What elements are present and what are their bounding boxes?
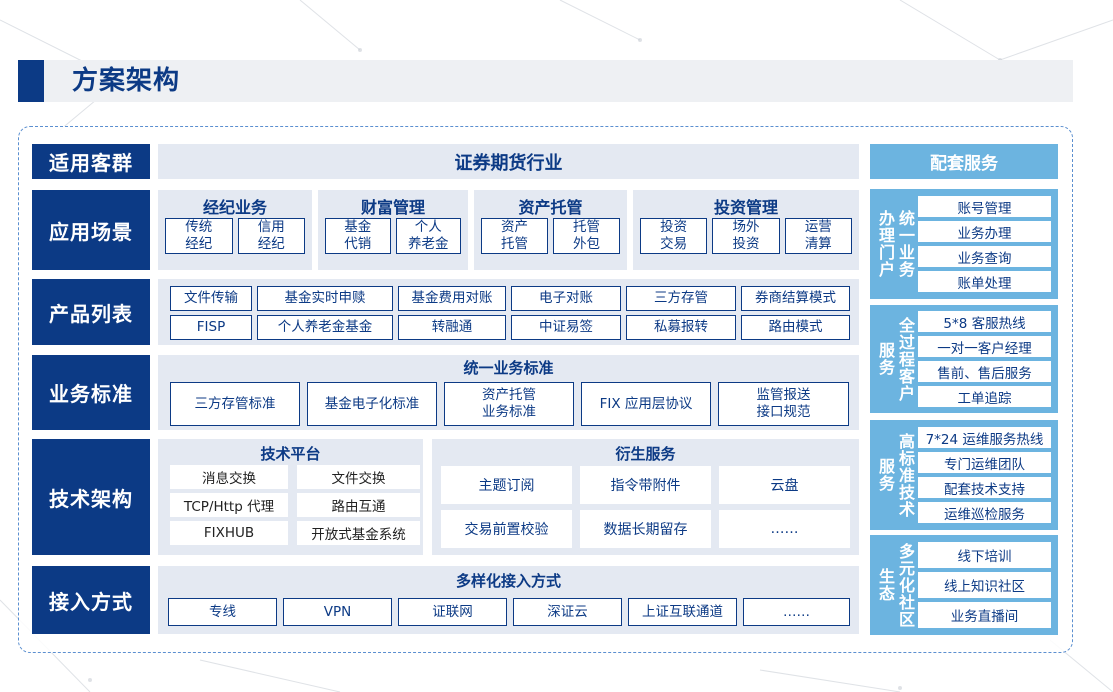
- service-item: 线上知识社区: [918, 572, 1051, 598]
- category-scenarios: 应用场景: [32, 190, 150, 270]
- scenario-item: 托管 外包: [553, 218, 620, 254]
- derived-services-title: 衍生服务: [615, 445, 676, 463]
- scenario-item: 场外 投资: [712, 218, 780, 254]
- product-item: 路由模式: [741, 315, 850, 340]
- scenario-item: 传统 经纪: [165, 218, 233, 254]
- service-item: 专门运维团队: [918, 452, 1051, 473]
- category-customer-group: 适用客群: [32, 144, 150, 179]
- scenario-group-title: 经纪业务: [202, 198, 267, 217]
- category-standards: 业务标准: [32, 355, 150, 430]
- service-item: 业务办理: [918, 221, 1051, 242]
- access-item: VPN: [283, 598, 392, 626]
- service-group-label-b: 高标准技术: [898, 431, 915, 519]
- category-tech: 技术架构: [32, 439, 150, 555]
- scenario-item: 运营 清算: [784, 218, 852, 254]
- service-group-label-a: 服务: [878, 341, 895, 377]
- product-item: 券商结算模式: [741, 286, 850, 311]
- service-group-label-a: 服务: [878, 457, 895, 493]
- derived-service-item: 交易前置校验: [441, 510, 572, 548]
- tech-platform-item: 开放式基金系统: [297, 521, 420, 545]
- service-item: 账单处理: [918, 271, 1051, 292]
- tech-platform-item: 路由互通: [297, 493, 420, 517]
- product-item: 个人养老金基金: [257, 315, 393, 340]
- scenario-item: 基金 代销: [325, 218, 391, 254]
- service-item: 5*8 客服热线: [918, 311, 1051, 332]
- product-item: 中证易签: [511, 315, 621, 340]
- product-item: 基金费用对账: [398, 286, 506, 311]
- category-products: 产品列表: [32, 279, 150, 345]
- title-accent-bar: [18, 60, 44, 102]
- product-item: 文件传输: [170, 286, 252, 311]
- tech-platform-item: 文件交换: [297, 465, 420, 489]
- service-item: 配套技术支持: [918, 477, 1051, 498]
- page-title: 方案架构: [72, 66, 181, 96]
- derived-service-item: 数据长期留存: [580, 510, 711, 548]
- product-item: 电子对账: [511, 286, 621, 311]
- service-item: 运维巡检服务: [918, 502, 1051, 523]
- service-group-label-b: 统一业务: [898, 209, 915, 279]
- product-item: 基金实时申赎: [257, 286, 393, 311]
- service-item: 线下培训: [918, 542, 1051, 568]
- product-item: 转融通: [398, 315, 506, 340]
- standard-item: 资产托管 业务标准: [444, 382, 574, 426]
- service-group-label-a: 生态: [878, 567, 895, 603]
- derived-service-item: 云盘: [719, 466, 850, 504]
- service-item: 业务查询: [918, 246, 1051, 267]
- service-item: 账号管理: [918, 196, 1051, 217]
- service-group-label-b: 全过程客户: [898, 315, 915, 403]
- standard-item: 基金电子化标准: [307, 382, 437, 426]
- tech-platform-title: 技术平台: [260, 445, 321, 463]
- category-access: 接入方式: [32, 566, 150, 634]
- customer-group-panel: 证券期货行业: [158, 144, 859, 179]
- standard-item: 监管报送 接口规范: [718, 382, 849, 426]
- scenario-group-title: 财富管理: [360, 198, 425, 217]
- scenario-item: 资产 托管: [481, 218, 548, 254]
- service-group-label-b: 多元化社区: [898, 541, 915, 629]
- access-item: 上证互联通道: [628, 598, 737, 626]
- standard-item: FIX 应用层协议: [581, 382, 711, 426]
- access-item: 专线: [168, 598, 277, 626]
- product-item: 三方存管: [626, 286, 736, 311]
- scenario-item: 投资 交易: [640, 218, 708, 254]
- service-item: 业务直播间: [918, 602, 1051, 628]
- scenario-group-title: 资产托管: [518, 198, 583, 217]
- scenario-item: 个人 养老金: [395, 218, 461, 254]
- standard-item: 三方存管标准: [170, 382, 300, 426]
- tech-platform-item: FIXHUB: [170, 521, 288, 545]
- product-item: 私募报转: [626, 315, 736, 340]
- service-item: 工单追踪: [918, 386, 1051, 407]
- access-item: 证联网: [398, 598, 507, 626]
- access-item: 深证云: [513, 598, 622, 626]
- standards-title: 统一业务标准: [463, 359, 554, 377]
- derived-service-item: ……: [719, 510, 850, 548]
- access-item: ……: [743, 598, 850, 626]
- service-group-label-a: 办理门户: [878, 209, 895, 279]
- tech-platform-item: TCP/Http 代理: [170, 493, 288, 517]
- tech-platform-item: 消息交换: [170, 465, 288, 489]
- product-item: FISP: [170, 315, 252, 340]
- access-title: 多样化接入方式: [455, 572, 561, 590]
- service-item: 一对一客户经理: [918, 336, 1051, 357]
- service-item: 7*24 运维服务热线: [918, 427, 1051, 448]
- scenario-item: 信用 经纪: [237, 218, 305, 254]
- services-header: 配套服务: [870, 144, 1058, 179]
- scenario-group-title: 投资管理: [713, 198, 778, 217]
- service-item: 售前、售后服务: [918, 361, 1051, 382]
- derived-service-item: 指令带附件: [580, 466, 711, 504]
- derived-service-item: 主题订阅: [441, 466, 572, 504]
